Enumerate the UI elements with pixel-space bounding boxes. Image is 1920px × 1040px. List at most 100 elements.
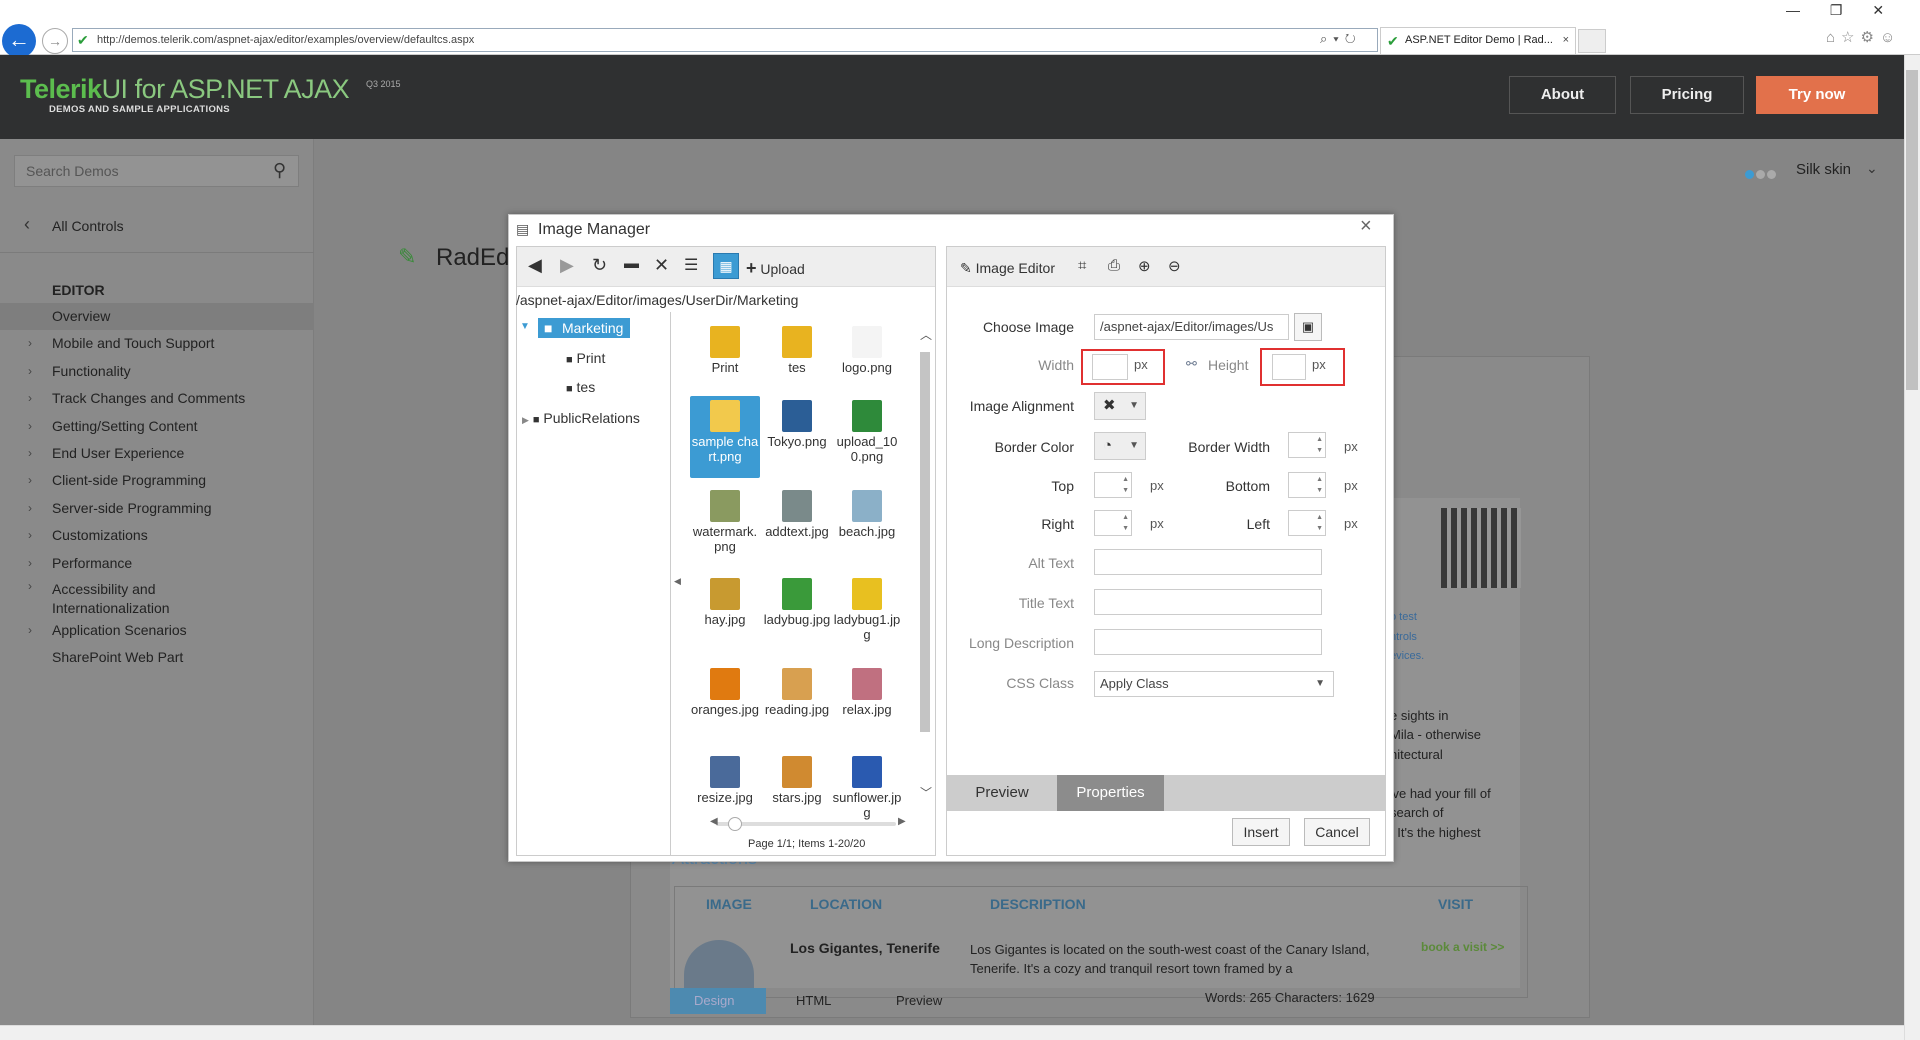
sidebar-item[interactable]: › Performance	[0, 550, 314, 577]
scroll-up-icon[interactable]: ︿	[920, 326, 932, 343]
print-icon[interactable]: ⎙	[1108, 257, 1120, 274]
file-item[interactable]: watermark.png	[690, 490, 760, 554]
search-input[interactable]: Search Demos	[14, 155, 299, 187]
file-item[interactable]: reading.jpg	[762, 668, 832, 717]
sidebar-item[interactable]: › Mobile and Touch Support	[0, 330, 314, 357]
file-item[interactable]: relax.jpg	[832, 668, 902, 717]
home-star-gear-smiley-icons[interactable]: ⌂☆⚙☺	[1826, 28, 1901, 46]
image-browse-icon[interactable]: ▣	[1294, 313, 1322, 341]
chevron-down-icon[interactable]: ⌄	[1866, 160, 1878, 177]
window-controls[interactable]: — ❐ ✕	[1786, 2, 1884, 19]
sidebar-item[interactable]: › Getting/Setting Content	[0, 413, 314, 440]
slider-handle[interactable]	[728, 817, 742, 831]
try-now-button[interactable]: Try now	[1756, 76, 1878, 114]
file-grid-scrollbar[interactable]	[918, 330, 932, 800]
about-button[interactable]: About	[1509, 76, 1616, 114]
search-icon[interactable]: ⚲	[273, 160, 286, 181]
file-item[interactable]: sunflower.jpg	[832, 756, 902, 820]
sidebar-item[interactable]: › Server-side Programming	[0, 495, 314, 522]
lock-ratio-link-icon[interactable]: ⚯	[1186, 356, 1197, 372]
all-controls-link[interactable]: All Controls	[52, 218, 124, 234]
choose-image-input[interactable]: /aspnet-ajax/Editor/images/Us	[1094, 314, 1289, 340]
right-margin-spinner[interactable]	[1094, 510, 1132, 536]
insert-button[interactable]: Insert	[1232, 818, 1290, 846]
forward-arrow-icon[interactable]: →	[42, 28, 68, 54]
crop-icon[interactable]: ⌗	[1078, 257, 1086, 274]
html-mode-tab[interactable]: HTML	[796, 988, 831, 1014]
scroll-down-icon[interactable]: ﹀	[920, 784, 932, 801]
file-item[interactable]: Tokyo.png	[762, 400, 832, 449]
expand-arrow-icon[interactable]: ▼	[520, 321, 530, 332]
skin-selector[interactable]: Silk skin	[1796, 161, 1851, 178]
sidebar-item[interactable]: › Application Scenarios	[0, 617, 314, 644]
tab-preview[interactable]: Preview	[947, 775, 1057, 811]
thumbnail-size-slider[interactable]	[716, 822, 896, 826]
preview-mode-tab[interactable]: Preview	[896, 988, 942, 1014]
long-description-input[interactable]	[1094, 629, 1322, 655]
file-item[interactable]: ladybug1.jpg	[832, 578, 902, 642]
file-item[interactable]: sample chart.png	[690, 396, 760, 478]
back-icon[interactable]: ◀	[528, 255, 542, 276]
sidebar-item[interactable]: › Functionality	[0, 358, 314, 385]
close-icon[interactable]: ×	[1360, 215, 1372, 238]
left-margin-spinner[interactable]	[1288, 510, 1326, 536]
bottom-margin-spinner[interactable]	[1288, 472, 1326, 498]
image-editor-button[interactable]: ✎ Image Editor	[960, 260, 1055, 277]
sidebar-item[interactable]: › Track Changes and Comments	[0, 385, 314, 412]
tree-node-marketing[interactable]: ■ Marketing	[538, 318, 630, 338]
sidebar-item[interactable]: Overview	[0, 303, 314, 331]
tab-properties[interactable]: Properties	[1057, 775, 1164, 811]
forward-icon[interactable]: ▶	[560, 255, 574, 276]
new-folder-icon[interactable]: ▬	[624, 255, 639, 272]
horizontal-scrollbar[interactable]	[0, 1025, 1904, 1040]
browser-tab[interactable]: ✔ ASP.NET Editor Demo | Rad... ×	[1380, 27, 1576, 54]
tree-node-tes[interactable]: ■ tes	[566, 379, 595, 395]
file-item[interactable]: upload_100.png	[832, 400, 902, 464]
css-class-dropdown[interactable]: Apply Class ▼	[1094, 671, 1334, 697]
width-input[interactable]	[1092, 354, 1128, 380]
design-mode-tab[interactable]: Design	[670, 988, 766, 1014]
address-bar[interactable]: ✔ http://demos.telerik.com/aspnet-ajax/ed…	[72, 28, 1378, 52]
skin-swatches[interactable]	[1745, 166, 1778, 182]
pricing-button[interactable]: Pricing	[1630, 76, 1744, 114]
border-width-spinner[interactable]	[1288, 432, 1326, 458]
tree-node-print[interactable]: ■ Print	[566, 350, 605, 366]
sidebar-item[interactable]: › Accessibility and Internationalization	[0, 577, 314, 617]
alt-text-input[interactable]	[1094, 549, 1322, 575]
upload-button[interactable]: + Upload	[746, 258, 805, 279]
telerik-logo[interactable]: TelerikUI for ASP.NET AJAX	[20, 74, 350, 105]
sidebar-item[interactable]: › End User Experience	[0, 440, 314, 467]
book-visit-link[interactable]: book a visit >>	[1421, 940, 1504, 954]
file-item[interactable]: beach.jpg	[832, 490, 902, 539]
image-alignment-dropdown[interactable]: ✖ ▼	[1094, 392, 1146, 420]
list-view-icon[interactable]: ☰	[684, 255, 698, 275]
scrollbar-thumb[interactable]	[1906, 70, 1918, 390]
file-item[interactable]: oranges.jpg	[690, 668, 760, 717]
refresh-icon[interactable]: ↻	[592, 255, 607, 276]
zoom-out-icon[interactable]: ⊖	[1168, 257, 1181, 275]
tree-node-publicrelations[interactable]: ▶ ■ PublicRelations	[522, 410, 640, 426]
border-color-picker[interactable]: ◔ ▼	[1094, 432, 1146, 460]
back-arrow-icon[interactable]: ←	[2, 24, 36, 58]
search-refresh-icons[interactable]: ⌕▾↻	[1320, 31, 1362, 47]
file-item[interactable]: logo.png	[832, 326, 902, 375]
sidebar-item[interactable]: › Client-side Programming	[0, 467, 314, 494]
new-tab-button[interactable]	[1578, 29, 1606, 53]
file-item[interactable]: addtext.jpg	[762, 490, 832, 539]
file-item[interactable]: tes	[762, 326, 832, 375]
height-input[interactable]	[1272, 354, 1306, 380]
cancel-button[interactable]: Cancel	[1304, 818, 1370, 846]
top-margin-spinner[interactable]	[1094, 472, 1132, 498]
thumbnail-view-icon[interactable]: ▦	[713, 253, 739, 279]
file-item[interactable]: stars.jpg	[762, 756, 832, 805]
sidebar-item[interactable]: › Customizations	[0, 522, 314, 549]
zoom-in-icon[interactable]: ⊕	[1138, 257, 1151, 275]
file-item[interactable]: Print	[690, 326, 760, 375]
file-item[interactable]: hay.jpg	[690, 578, 760, 627]
tab-close-icon[interactable]: ×	[1563, 28, 1569, 53]
file-item[interactable]: resize.jpg	[690, 756, 760, 805]
file-item[interactable]: ladybug.jpg	[762, 578, 832, 627]
slider-left-icon[interactable]: ◀	[710, 816, 718, 827]
delete-icon[interactable]: ✕	[654, 255, 669, 276]
sidebar-item[interactable]: SharePoint Web Part	[0, 644, 314, 671]
